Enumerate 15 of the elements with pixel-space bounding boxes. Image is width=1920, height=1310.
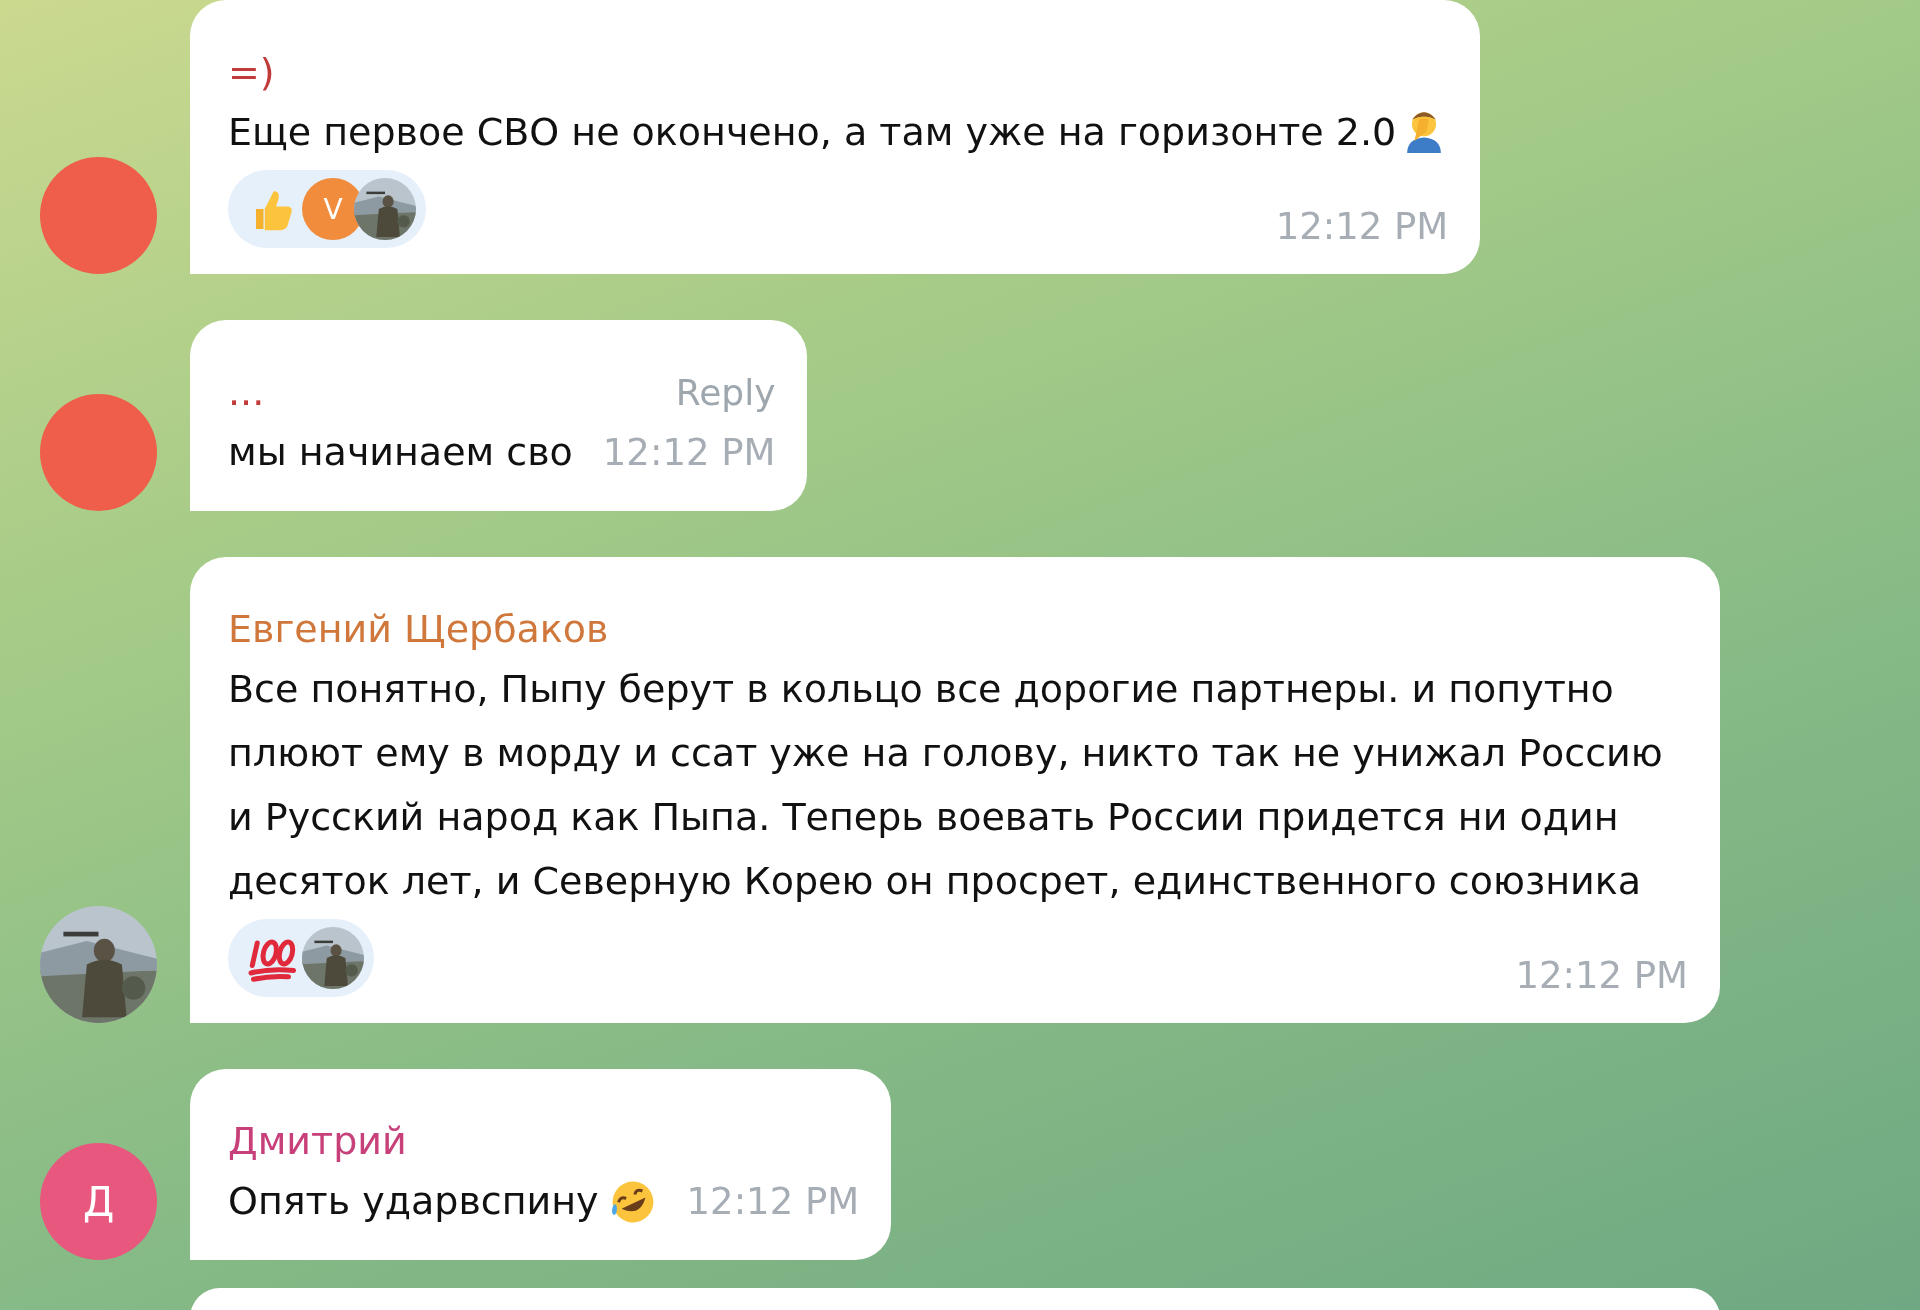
message-text: Все понятно, Пыпу берут в кольцо все дорогие партнеры. и попутно плюют ему в морду и ссат уже на голову, никто так не унижал Россию и Русский народ как Пыпа. Теперь воевать России придется ни один десяток лет, и Северную Корею он просрет, единственного союзника <box>228 667 1663 903</box>
sender-name[interactable]: ... <box>228 364 265 420</box>
message-time: 12:12 PM <box>602 430 776 476</box>
sender-name[interactable]: Дмитрий <box>228 1113 407 1169</box>
avatar: Д <box>40 1143 157 1260</box>
message-text: Опять ударвспину <box>228 1178 599 1225</box>
message-time: 12:12 PM <box>1275 205 1449 248</box>
reaction-chip[interactable]: V <box>228 170 426 248</box>
message-text: мы начинаем сво <box>228 429 573 476</box>
message-text: Еще первое СВО не окончено, а там уже на горизонте 2.0 <box>228 110 1397 154</box>
sender-name[interactable]: Евгений Щербаков <box>228 601 609 657</box>
reply-link[interactable]: Reply <box>675 372 776 413</box>
message-time: 12:12 PM <box>1515 954 1688 997</box>
sender-name[interactable]: =) <box>228 44 275 100</box>
message-time: 12:12 PM <box>686 1179 860 1225</box>
